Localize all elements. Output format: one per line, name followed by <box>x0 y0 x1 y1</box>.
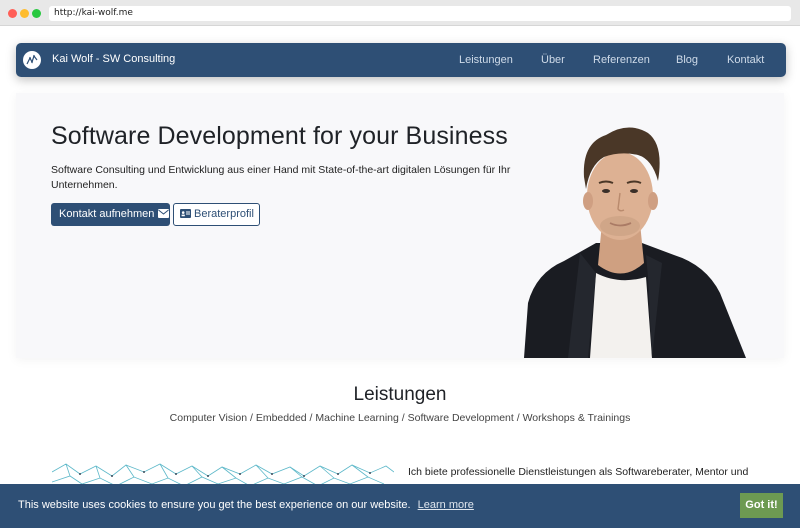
profile-button[interactable]: Beraterprofil <box>173 203 260 226</box>
contact-button-label: Kontakt aufnehmen <box>59 208 155 220</box>
nav-link-ueber[interactable]: Über <box>541 54 565 66</box>
minimize-window-icon[interactable] <box>20 9 29 18</box>
cookie-accept-button[interactable]: Got it! <box>740 493 783 518</box>
hero-subtitle: Software Consulting und Entwicklung aus … <box>51 164 511 191</box>
cookie-banner: This website uses cookies to ensure you … <box>0 484 800 528</box>
services-subtitle: Computer Vision / Embedded / Machine Lea… <box>169 412 631 424</box>
nav-link-leistungen[interactable]: Leistungen <box>459 54 513 66</box>
learn-more-link[interactable]: Learn more <box>418 499 474 511</box>
contact-button[interactable]: Kontakt aufnehmen <box>51 203 170 226</box>
nav-link-kontakt[interactable]: Kontakt <box>727 54 764 66</box>
id-card-icon <box>180 205 191 226</box>
brand-name[interactable]: Kai Wolf - SW Consulting <box>52 53 175 65</box>
services-intro: Ich biete professionelle Dienstleistunge… <box>408 466 749 478</box>
close-window-icon[interactable] <box>8 9 17 18</box>
cookie-message-text: This website uses cookies to ensure you … <box>18 499 411 511</box>
profile-button-label: Beraterprofil <box>194 208 254 220</box>
navbar: Kai Wolf - SW Consulting Leistungen Über… <box>16 43 786 77</box>
portrait-photo <box>524 127 746 358</box>
cookie-message: This website uses cookies to ensure you … <box>18 499 474 511</box>
hero-section: Software Development for your Business S… <box>16 93 784 358</box>
maximize-window-icon[interactable] <box>32 9 41 18</box>
address-bar[interactable]: http://kai-wolf.me <box>49 6 791 21</box>
hero-title: Software Development for your Business <box>51 122 508 150</box>
nav-link-referenzen[interactable]: Referenzen <box>593 54 650 66</box>
network-illustration <box>52 463 394 486</box>
services-title: Leistungen <box>353 384 447 405</box>
envelope-icon <box>158 204 170 227</box>
brand-logo-icon[interactable] <box>23 51 41 69</box>
nav-link-blog[interactable]: Blog <box>676 54 698 66</box>
browser-toolbar: http://kai-wolf.me <box>0 0 800 26</box>
